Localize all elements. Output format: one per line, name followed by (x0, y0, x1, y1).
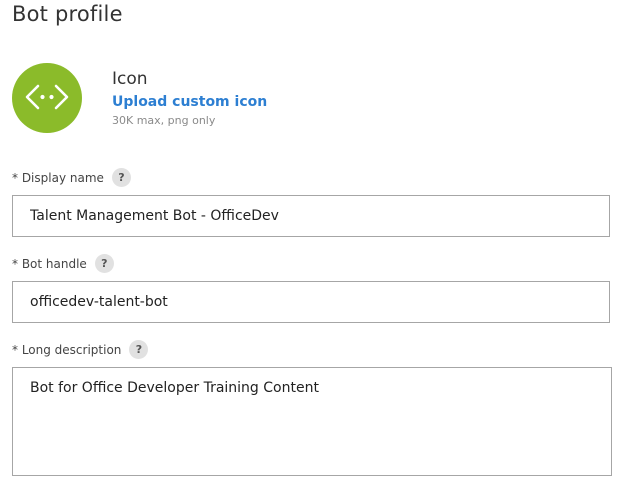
long-description-textarea[interactable]: Bot for Office Developer Training Conten… (12, 367, 612, 476)
display-name-label: * Display name (12, 170, 104, 185)
long-description-label: * Long description (12, 342, 122, 357)
bot-handle-label-row: * Bot handle ? (12, 254, 114, 273)
bot-handle-help-icon[interactable]: ? (94, 254, 114, 273)
long-description-label-row: * Long description ? (12, 340, 149, 359)
display-name-label-row: * Display name ? (12, 168, 131, 187)
icon-section-title: Icon (112, 69, 148, 89)
code-brackets-icon (25, 84, 69, 110)
display-name-input[interactable] (12, 195, 610, 237)
bot-icon-avatar (12, 63, 82, 133)
long-description-help-icon[interactable]: ? (129, 340, 149, 359)
display-name-help-icon[interactable]: ? (111, 168, 131, 187)
page-title: Bot profile (12, 2, 123, 26)
icon-upload-hint: 30K max, png only (112, 114, 216, 127)
bot-handle-label: * Bot handle (12, 256, 87, 271)
upload-custom-icon-link[interactable]: Upload custom icon (112, 94, 267, 110)
bot-handle-input[interactable] (12, 281, 610, 323)
